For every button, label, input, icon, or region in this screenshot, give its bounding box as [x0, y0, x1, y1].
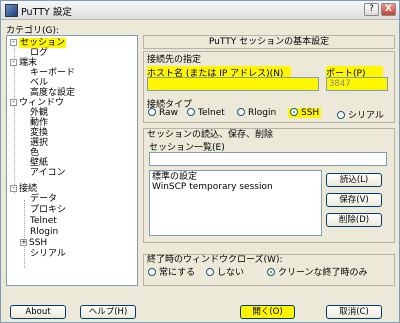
open-button[interactable]: 開く(O) [240, 305, 295, 319]
collapse-icon[interactable]: - [10, 185, 17, 192]
tree-item-rlogin[interactable]: Rlogin [30, 227, 58, 238]
putty-config-window: PuTTY 設定 ? X カテゴリ(G): - セッション ログ - 端末 キーボー… [0, 0, 400, 323]
title-bar[interactable]: PuTTY 設定 ? X [1, 1, 399, 20]
close-window-button[interactable]: X [381, 3, 396, 16]
host-input[interactable] [147, 77, 319, 91]
radio-icon [237, 107, 245, 116]
sessions-group-label: セッションの読込、保存、削除 [147, 130, 274, 140]
radio-rlogin[interactable]: Rlogin [237, 107, 276, 118]
radio-checked-icon [267, 267, 275, 276]
collapse-icon[interactable]: - [10, 99, 17, 106]
radio-icon [206, 267, 214, 276]
radio-always[interactable]: 常にする [148, 265, 195, 278]
window-title: PuTTY 設定 [21, 7, 72, 18]
tree-item-data[interactable]: データ [30, 194, 57, 205]
destination-group-label: 接続先の指定 [147, 55, 202, 65]
radio-raw[interactable]: Raw [148, 107, 178, 118]
help-button[interactable]: ヘルプ(H) [80, 305, 136, 319]
help-title-button[interactable]: ? [364, 3, 379, 16]
collapse-icon[interactable]: - [10, 39, 17, 46]
sessions-listbox[interactable]: 標準の設定 WinSCP temporary session [149, 170, 322, 236]
delete-button[interactable]: 削除(D) [326, 213, 382, 227]
radio-icon [148, 267, 156, 276]
save-button[interactable]: 保存(V) [326, 193, 382, 207]
expand-icon[interactable]: + [20, 239, 27, 246]
tree-item-ssh[interactable]: + SSH [20, 238, 47, 249]
cancel-button[interactable]: 取消(C) [326, 305, 382, 319]
tree-item-icon[interactable]: アイコン [30, 168, 66, 179]
close-on-exit-label: 終了時のウィンドウクローズ(W): [147, 255, 283, 265]
load-button[interactable]: 読込(L) [326, 173, 382, 187]
radio-icon [148, 107, 156, 116]
radio-telnet[interactable]: Telnet [187, 107, 225, 118]
tree-item-telnet[interactable]: Telnet [30, 216, 57, 227]
radio-never[interactable]: しない [206, 265, 244, 278]
radio-checked-icon [290, 107, 298, 116]
radio-icon [187, 107, 195, 116]
about-button[interactable]: About [10, 305, 66, 319]
tree-item-serial[interactable]: シリアル [30, 249, 66, 260]
session-item[interactable]: 標準の設定 [152, 172, 319, 182]
port-input[interactable]: 3847 [326, 77, 388, 91]
category-tree[interactable]: - セッション ログ - 端末 キーボード ベル 高度な設定 - ウィンドウ 外観 動… [6, 35, 138, 286]
tree-connector [24, 200, 25, 268]
radio-serial[interactable]: シリアル [337, 108, 384, 121]
radio-icon [337, 110, 345, 119]
radio-clean-exit[interactable]: クリーンな終了時のみ [267, 265, 368, 278]
collapse-icon[interactable]: - [10, 59, 17, 66]
radio-ssh[interactable]: SSH [288, 107, 322, 118]
session-name-input[interactable] [149, 152, 387, 166]
session-item[interactable]: WinSCP temporary session [152, 182, 319, 192]
tree-item-proxy[interactable]: プロキシ [30, 205, 66, 216]
panel-title: PuTTY セッションの基本設定 [143, 35, 395, 49]
putty-app-icon [5, 4, 18, 17]
